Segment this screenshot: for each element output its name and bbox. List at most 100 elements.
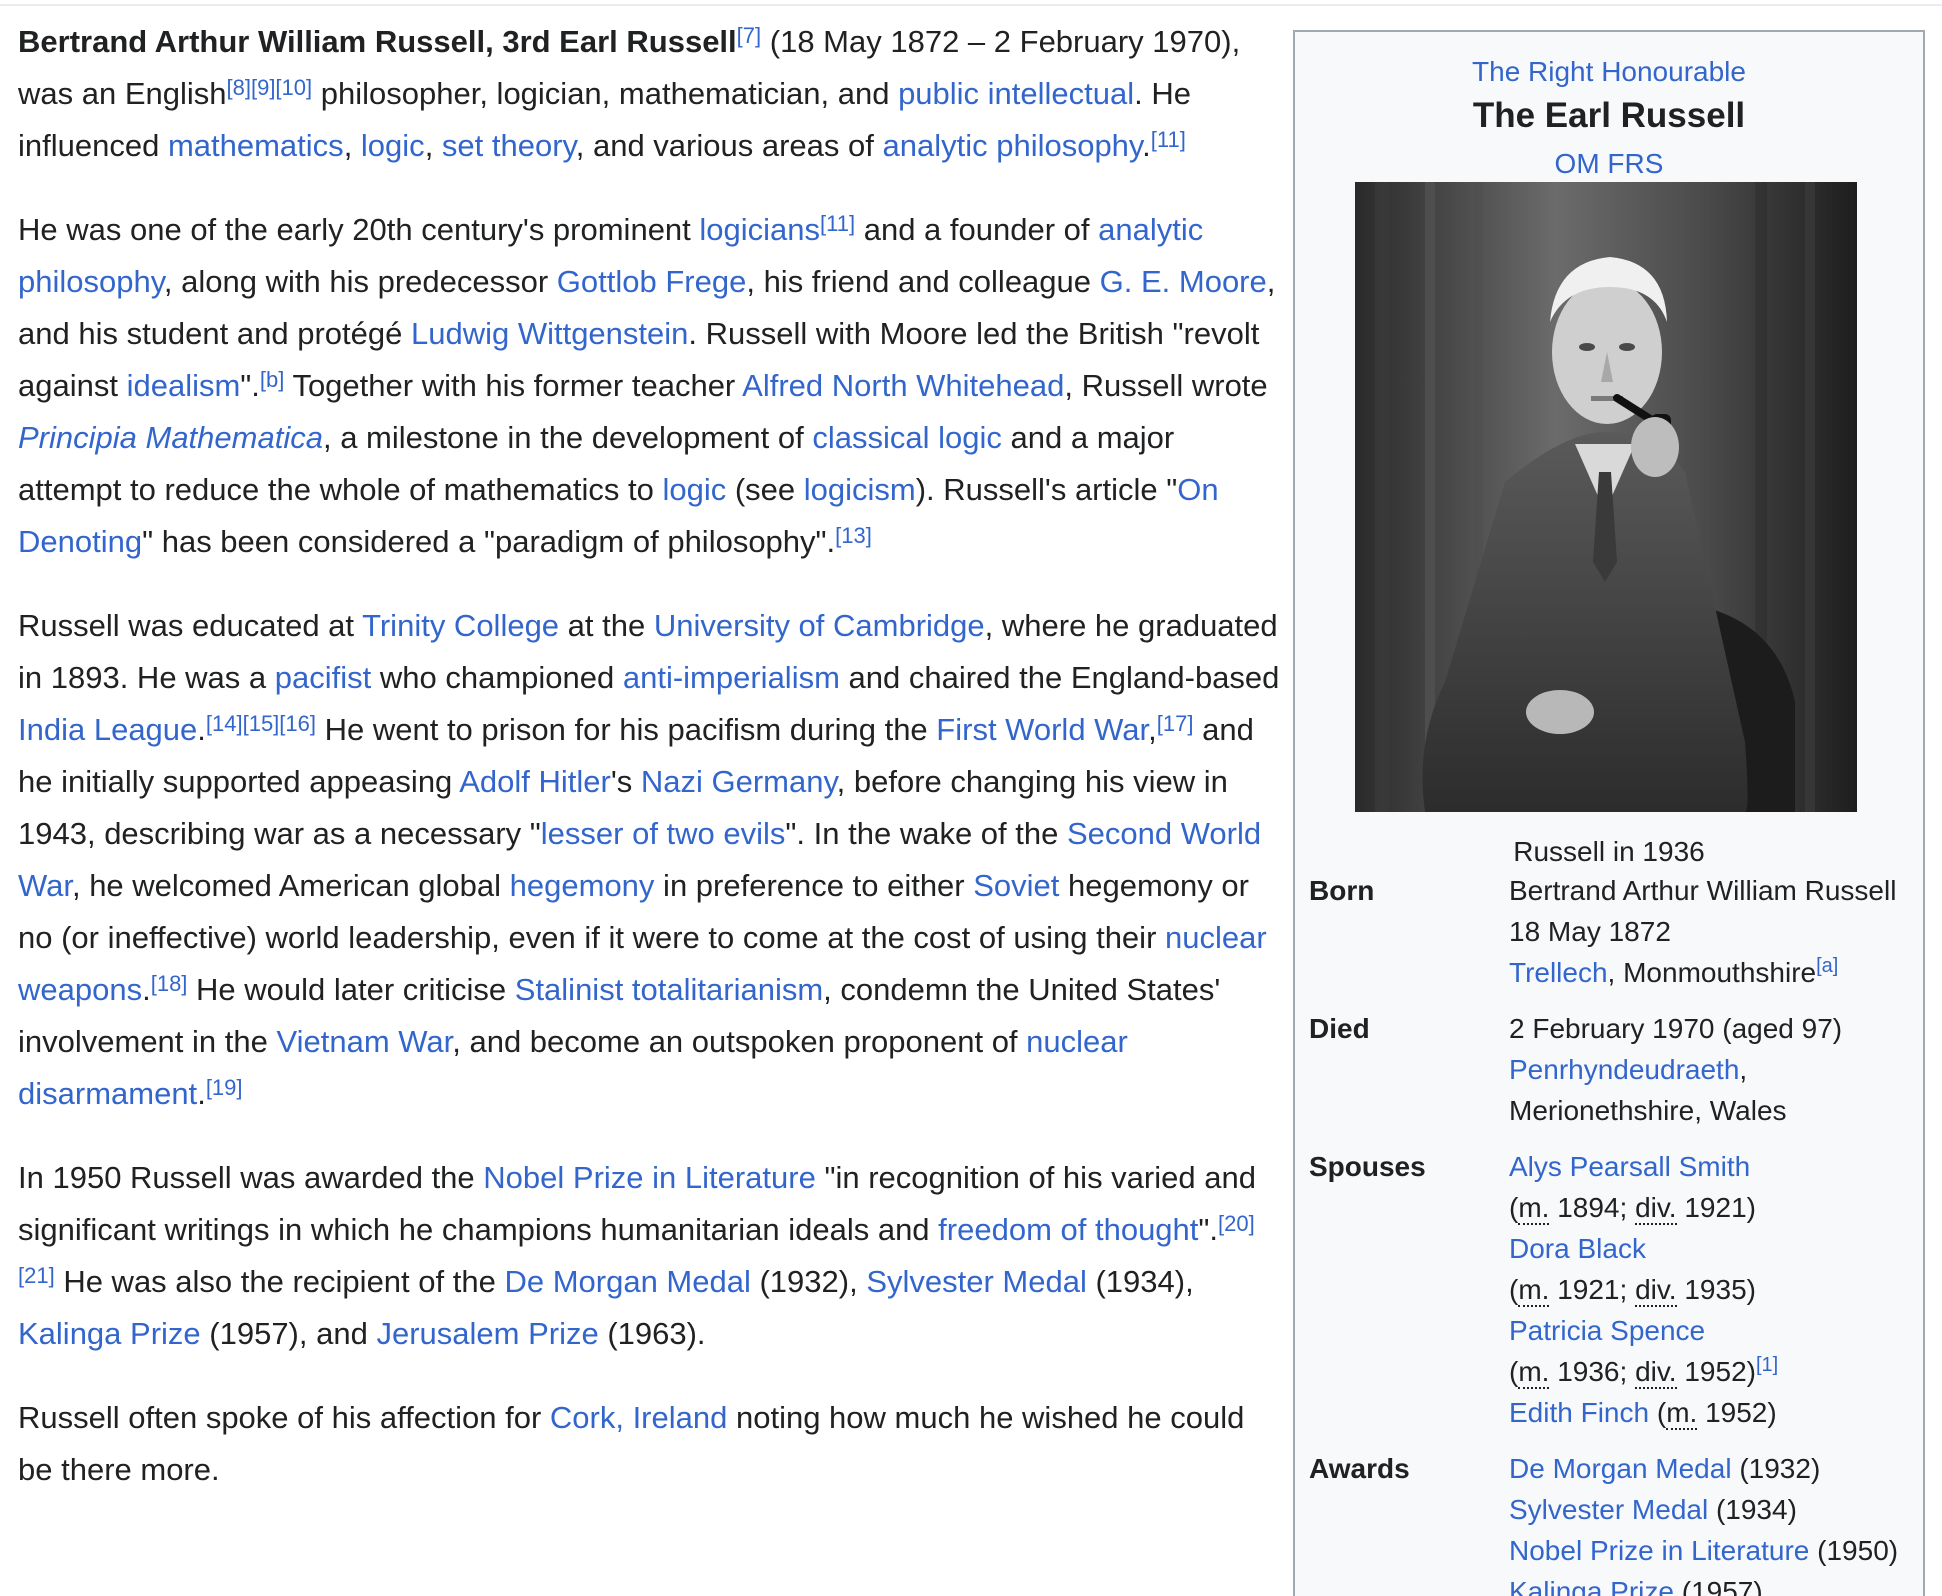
text: In 1950 Russell was awarded the xyxy=(18,1160,484,1195)
award-year: (1934) xyxy=(1708,1494,1797,1525)
citation-link[interactable]: [19] xyxy=(206,1075,243,1100)
text: , his friend and colleague xyxy=(746,264,1100,299)
birth-date: 18 May 1872 xyxy=(1509,916,1671,947)
divorced-abbr: div. xyxy=(1635,1192,1677,1225)
paren: ( xyxy=(1649,1397,1667,1428)
death-place-rest: Merionethshire, Wales xyxy=(1509,1095,1787,1126)
post-nominals-link[interactable]: OM FRS xyxy=(1555,148,1664,179)
text: in preference to either xyxy=(654,868,974,903)
award-link[interactable]: De Morgan Medal xyxy=(1509,1453,1732,1484)
spouse-link[interactable]: Alys Pearsall Smith xyxy=(1509,1151,1750,1182)
wiki-link[interactable]: logic xyxy=(361,128,425,163)
text: . xyxy=(1142,128,1151,163)
award-item: Nobel Prize in Literature (1950) xyxy=(1509,1530,1898,1571)
wiki-link[interactable]: First World War xyxy=(936,712,1148,747)
wiki-link[interactable]: Nobel Prize in Literature xyxy=(483,1160,816,1195)
citation-link[interactable]: [8][9][10] xyxy=(227,75,313,100)
wiki-link[interactable]: mathematics xyxy=(168,128,344,163)
died-value: 2 February 1970 (aged 97) Penrhyndeudrae… xyxy=(1509,1008,1842,1131)
awards-label: Awards xyxy=(1309,1453,1410,1484)
wiki-link[interactable]: Principia Mathematica xyxy=(18,420,323,455)
wiki-link[interactable]: logic xyxy=(662,472,726,507)
citation-link[interactable]: [13] xyxy=(835,523,872,548)
divorce-year: 1935) xyxy=(1676,1274,1756,1305)
spouse-link[interactable]: Patricia Spence xyxy=(1509,1315,1705,1346)
award-link[interactable]: Nobel Prize in Literature xyxy=(1509,1535,1809,1566)
text: . xyxy=(197,712,206,747)
wiki-link[interactable]: set theory xyxy=(442,128,576,163)
death-place-link[interactable]: Penrhyndeudraeth xyxy=(1509,1054,1739,1085)
citation-link[interactable]: [11] xyxy=(1151,127,1186,152)
citation-link[interactable]: [14][15][16] xyxy=(206,711,316,736)
citation-link[interactable]: [17] xyxy=(1157,711,1194,736)
wiki-link[interactable]: Nazi Germany xyxy=(641,764,837,799)
wiki-link[interactable]: G. E. Moore xyxy=(1100,264,1267,299)
wiki-link[interactable]: lesser of two evils xyxy=(541,816,786,851)
honorific-link[interactable]: The Right Honourable xyxy=(1472,56,1746,87)
wiki-link[interactable]: Jerusalem Prize xyxy=(376,1316,598,1351)
birth-place: Trellech, Monmouthshire[a] xyxy=(1509,952,1896,993)
italic-title: Principia Mathematica xyxy=(18,420,323,455)
text: He would later criticise xyxy=(187,972,515,1007)
wiki-link[interactable]: Trinity College xyxy=(362,608,559,643)
divorce-year: 1921) xyxy=(1676,1192,1756,1223)
wiki-link[interactable]: Soviet xyxy=(973,868,1059,903)
wiki-link[interactable]: India League xyxy=(18,712,197,747)
citation-link[interactable]: [a] xyxy=(1816,955,1838,977)
wiki-link[interactable]: analytic philosophy xyxy=(882,128,1142,163)
citation-link[interactable]: [1] xyxy=(1756,1354,1778,1376)
wiki-link[interactable]: idealism xyxy=(127,368,241,403)
wiki-link[interactable]: University of Cambridge xyxy=(654,608,985,643)
birth-place-link[interactable]: Trellech xyxy=(1509,957,1608,988)
text: Russell was educated at xyxy=(18,608,363,643)
wiki-link[interactable]: Adolf Hitler xyxy=(459,764,611,799)
paragraph-2: He was one of the early 20th century's p… xyxy=(18,204,1280,568)
death-date: 2 February 1970 (aged 97) xyxy=(1509,1013,1843,1044)
wiki-link[interactable]: Cork, Ireland xyxy=(550,1400,727,1435)
wiki-link[interactable]: pacifist xyxy=(275,660,371,695)
wiki-link[interactable]: Ludwig Wittgenstein xyxy=(411,316,688,351)
wiki-link[interactable]: logicism xyxy=(804,472,916,507)
wiki-link[interactable]: De Morgan Medal xyxy=(504,1264,750,1299)
award-link[interactable]: Sylvester Medal xyxy=(1509,1494,1708,1525)
wiki-link[interactable]: Stalinist totalitarianism xyxy=(515,972,823,1007)
article-subject-name: Bertrand Arthur William Russell, 3rd Ear… xyxy=(18,24,737,59)
wiki-link[interactable]: freedom of thought xyxy=(938,1212,1198,1247)
spouse-item: Patricia Spence xyxy=(1509,1310,1778,1351)
married-abbr: m. xyxy=(1666,1397,1698,1430)
text: at the xyxy=(559,608,654,643)
wiki-link[interactable]: Alfred North Whitehead xyxy=(742,368,1064,403)
citation-link[interactable]: [b] xyxy=(260,367,284,392)
text: ". xyxy=(1198,1212,1219,1247)
citation-link[interactable]: [18] xyxy=(151,971,188,996)
birth-name: Bertrand Arthur William Russell xyxy=(1509,875,1897,906)
spouse-item: Edith Finch (m. 1952) xyxy=(1509,1392,1778,1433)
text: , Russell wrote xyxy=(1064,368,1268,403)
wiki-link[interactable]: Sylvester Medal xyxy=(866,1264,1087,1299)
wiki-link[interactable]: Vietnam War xyxy=(276,1024,452,1059)
awards-value: De Morgan Medal (1932) Sylvester Medal (… xyxy=(1509,1448,1898,1596)
wiki-link[interactable]: public intellectual xyxy=(898,76,1134,111)
award-link[interactable]: Kalinga Prize xyxy=(1509,1576,1674,1596)
text: (1932), xyxy=(750,1264,867,1299)
wiki-link[interactable]: Gottlob Frege xyxy=(557,264,747,299)
spouse-link[interactable]: Edith Finch xyxy=(1509,1397,1649,1428)
text: He was one of the early 20th century's p… xyxy=(18,212,700,247)
citation-link[interactable]: [11] xyxy=(820,211,855,236)
marriage-year: 1952) xyxy=(1697,1397,1777,1428)
wiki-link[interactable]: anti-imperialism xyxy=(623,660,840,695)
text: (1934), xyxy=(1086,1264,1194,1299)
divorced-abbr: div. xyxy=(1635,1356,1677,1389)
paragraph-3: Russell was educated at Trinity College … xyxy=(18,600,1280,1120)
married-abbr: m. xyxy=(1518,1274,1550,1307)
wiki-link[interactable]: hegemony xyxy=(510,868,655,903)
portrait-photo[interactable] xyxy=(1355,182,1857,812)
spouse-link[interactable]: Dora Black xyxy=(1509,1233,1646,1264)
text: and a founder of xyxy=(855,212,1099,247)
wiki-link[interactable]: Kalinga Prize xyxy=(18,1316,201,1351)
married-abbr: m. xyxy=(1518,1192,1550,1225)
wiki-link[interactable]: logicians xyxy=(699,212,820,247)
wiki-link[interactable]: classical logic xyxy=(812,420,1002,455)
text: He went to prison for his pacifism durin… xyxy=(316,712,937,747)
citation-link[interactable]: [7] xyxy=(737,23,761,48)
